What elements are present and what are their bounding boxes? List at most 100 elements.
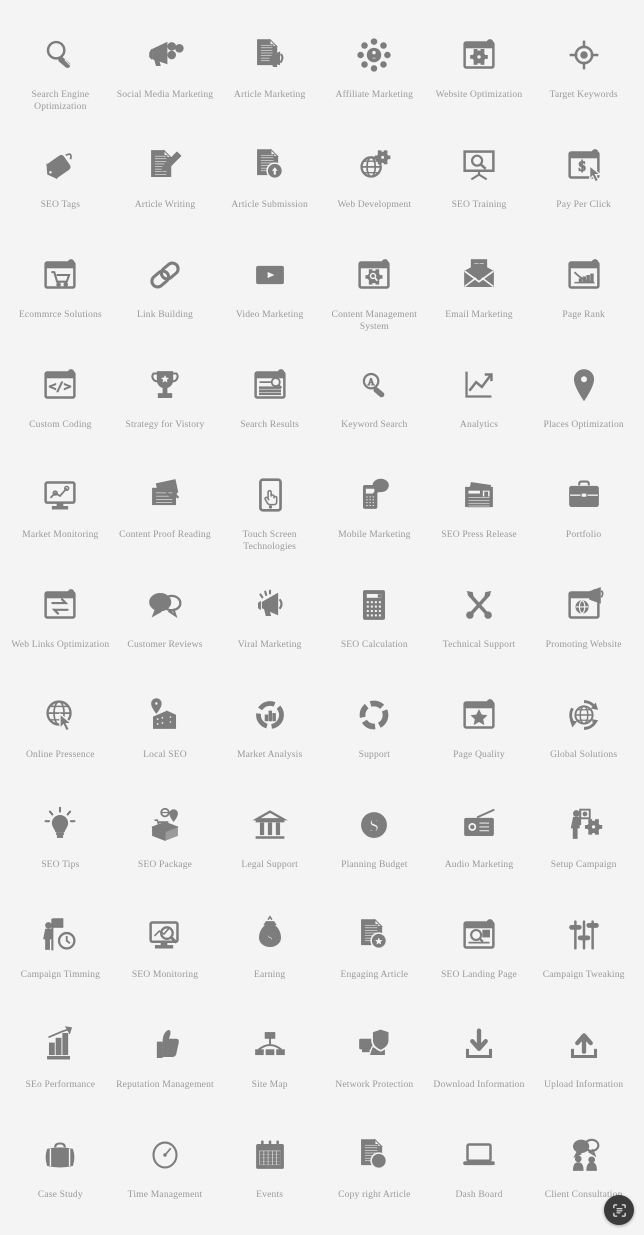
icon-cell[interactable]: Web Development	[322, 126, 427, 236]
dollar-coin-icon: $	[351, 802, 397, 848]
browser-gear-magnifier-icon	[351, 252, 397, 298]
price-tag-seo-icon: SEO	[37, 142, 83, 188]
svg-text:SMS: SMS	[375, 484, 388, 490]
scan-lens-button[interactable]	[604, 1195, 634, 1225]
icon-cell[interactable]: Article Writing	[113, 126, 218, 236]
suitcase-icon	[37, 1132, 83, 1178]
tablet-hand-icon	[247, 472, 293, 518]
icon-cell[interactable]: Video Marketing	[217, 236, 322, 346]
icon-cell[interactable]: SEO Calculation	[322, 566, 427, 676]
icon-cell[interactable]: Target Keywords	[531, 16, 636, 126]
icon-cell[interactable]: Network Protection	[322, 1006, 427, 1116]
icon-cell[interactable]: Dash Board	[427, 1116, 532, 1226]
icon-cell[interactable]: SEO SEO Tags	[8, 126, 113, 236]
icon-cell[interactable]: Online Pressence	[8, 676, 113, 786]
icon-cell[interactable]: Global Solutions	[531, 676, 636, 786]
icon-cell[interactable]: Touch Screen Technologies	[217, 456, 322, 566]
icon-cell[interactable]: Support	[322, 676, 427, 786]
icon-cell[interactable]: Page Rank	[531, 236, 636, 346]
thumbs-up-icon	[142, 1022, 188, 1068]
icon-label: Mobile Marketing	[338, 529, 411, 540]
icon-cell[interactable]: SEO Landing Page	[427, 896, 532, 1006]
icon-label: Touch Screen Technologies	[242, 529, 297, 552]
icon-cell[interactable]: $ Planning Budget	[322, 786, 427, 896]
icon-cell[interactable]: Portfolio	[531, 456, 636, 566]
browser-exchange-arrows-icon	[37, 582, 83, 628]
icon-cell[interactable]: Ecommrce Solutions	[8, 236, 113, 346]
icon-label: Keyword Search	[341, 419, 408, 430]
icon-cell[interactable]: SEO Tips	[8, 786, 113, 896]
icon-cell[interactable]: SMS Mobile Marketing	[322, 456, 427, 566]
icon-cell[interactable]: SEO Press Release	[427, 456, 532, 566]
icon-label: Analytics	[459, 419, 499, 430]
icon-cell[interactable]: A Keyword Search	[322, 346, 427, 456]
icon-cell[interactable]: Page Quality	[427, 676, 532, 786]
icon-cell[interactable]: Upload Information	[531, 1006, 636, 1116]
icon-cell[interactable]: $ Earning	[217, 896, 322, 1006]
icon-label: Legal Support	[241, 859, 298, 870]
sitemap-hierarchy-icon	[247, 1022, 293, 1068]
icon-cell[interactable]: Customer Reviews	[113, 566, 218, 676]
pin-buildings-icon	[142, 692, 188, 738]
icon-cell[interactable]: Download Information	[427, 1006, 532, 1116]
icon-cell[interactable]: Search Engine Optimization	[8, 16, 113, 126]
icon-cell[interactable]: Search Results	[217, 346, 322, 456]
icon-cell[interactable]: Campaign Timming	[8, 896, 113, 1006]
icon-cell[interactable]: $ Pay Per Click	[531, 126, 636, 236]
icon-cell[interactable]: Viral Marketing	[217, 566, 322, 676]
icon-cell[interactable]: Legal Support	[217, 786, 322, 896]
icon-label: SEO Landing Page	[441, 969, 517, 980]
magnifier-icon	[37, 32, 83, 78]
icon-label: Dash Board	[455, 1189, 503, 1200]
icon-cell[interactable]: Technical Support	[427, 566, 532, 676]
icon-cell[interactable]: Places Optimization	[531, 346, 636, 456]
icon-cell[interactable]: Events	[217, 1116, 322, 1226]
icon-cell[interactable]: Email Marketing	[427, 236, 532, 346]
icon-cell[interactable]: SEO Monitoring	[113, 896, 218, 1006]
icon-cell[interactable]: SEo Performance	[8, 1006, 113, 1116]
icon-label: Local SEO	[143, 749, 187, 760]
icon-cell[interactable]: f in t Social Media Marketing	[113, 16, 218, 126]
icon-cell[interactable]: Strategy for Vistory	[113, 346, 218, 456]
icon-label: Market Monitoring	[22, 529, 99, 540]
icon-cell[interactable]: Site Map	[217, 1006, 322, 1116]
icon-cell[interactable]: Market Monitoring	[8, 456, 113, 566]
icon-cell[interactable]: Article Submission	[217, 126, 322, 236]
icon-cell[interactable]: Campaign Tweaking	[531, 896, 636, 1006]
icon-label: Campaign Tweaking	[542, 969, 625, 980]
icon-cell[interactable]: Audio Marketing	[427, 786, 532, 896]
icon-cell[interactable]: Local SEO	[113, 676, 218, 786]
icon-cell[interactable]: Article Marketing	[217, 16, 322, 126]
icon-cell[interactable]: Affiliate Marketing	[322, 16, 427, 126]
icon-cell[interactable]: </> Custom Coding	[8, 346, 113, 456]
browser-code-icon: </>	[37, 362, 83, 408]
line-chart-arrow-icon	[456, 362, 502, 408]
icon-cell[interactable]: Web Links Optimization	[8, 566, 113, 676]
icon-cell[interactable]: Promoting Website	[531, 566, 636, 676]
sliders-icon	[561, 912, 607, 958]
icon-label: Content Proof Reading	[119, 529, 211, 540]
icon-cell[interactable]: c Copy right Article	[322, 1116, 427, 1226]
icon-cell[interactable]: Setup Campaign	[531, 786, 636, 896]
icon-cell[interactable]: Reputation Management	[113, 1006, 218, 1116]
person-flag-gear-icon	[561, 802, 607, 848]
icon-cell[interactable]: Time Management	[113, 1116, 218, 1226]
icon-cell[interactable]: Content Management System	[322, 236, 427, 346]
icon-cell[interactable]: Analytics	[427, 346, 532, 456]
icon-cell[interactable]: Market Analysis	[217, 676, 322, 786]
icon-label: Email Marketing	[445, 309, 513, 320]
icon-cell[interactable]: Content Proof Reading	[113, 456, 218, 566]
lifebuoy-ring-icon	[351, 692, 397, 738]
svg-text:$: $	[267, 932, 273, 945]
browser-dollar-cursor-icon: $	[561, 142, 607, 188]
document-copyright-icon: c	[351, 1132, 397, 1178]
icon-cell[interactable]: Link Building	[113, 236, 218, 346]
icon-cell[interactable]: SEO Training	[427, 126, 532, 236]
icon-label: Web Links Optimization	[11, 639, 110, 650]
icon-cell[interactable]: Engaging Article	[322, 896, 427, 1006]
icon-cell[interactable]: Website Optimization	[427, 16, 532, 126]
icon-cell[interactable]: Case Study	[8, 1116, 113, 1226]
icon-cell[interactable]: SEO Package	[113, 786, 218, 896]
icon-label: SEO Calculation	[340, 639, 408, 650]
bar-chart-arrow-icon	[37, 1022, 83, 1068]
